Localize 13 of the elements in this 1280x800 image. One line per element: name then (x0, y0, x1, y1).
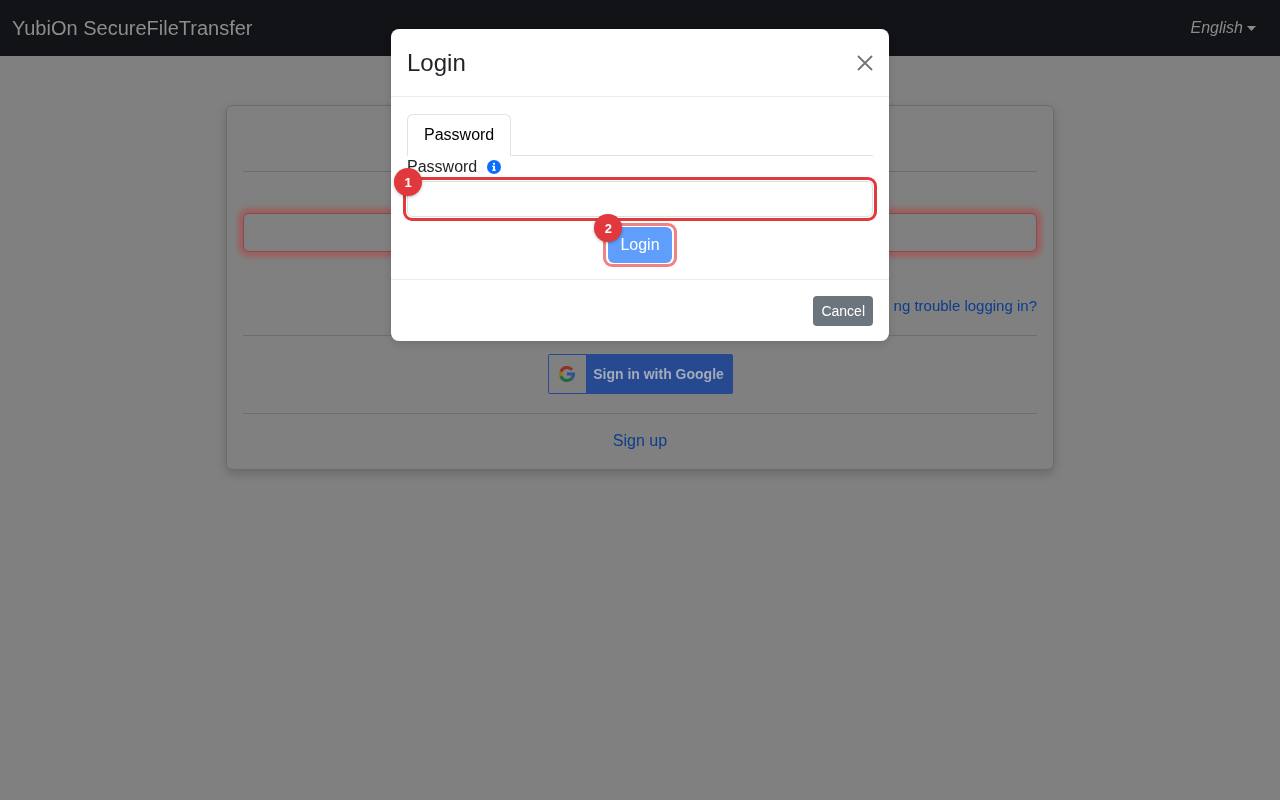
cancel-button[interactable]: Cancel (813, 296, 873, 326)
close-button[interactable] (857, 54, 873, 71)
brand-title[interactable]: YubiOn SecureFileTransfer (12, 14, 253, 42)
google-signin-button[interactable]: Sign in with Google (547, 354, 733, 394)
signup-link[interactable]: Sign up (612, 429, 668, 453)
tab[interactable]: Password (407, 114, 512, 156)
language-menu[interactable]: English (1190, 16, 1256, 40)
g-logo-icon (558, 365, 576, 383)
info-icon (487, 160, 502, 174)
help-link[interactable]: ng trouble logging in? (893, 294, 1037, 318)
caret-icon (1247, 25, 1256, 31)
dialog-title: Login (407, 48, 466, 78)
close-icon (857, 54, 873, 71)
